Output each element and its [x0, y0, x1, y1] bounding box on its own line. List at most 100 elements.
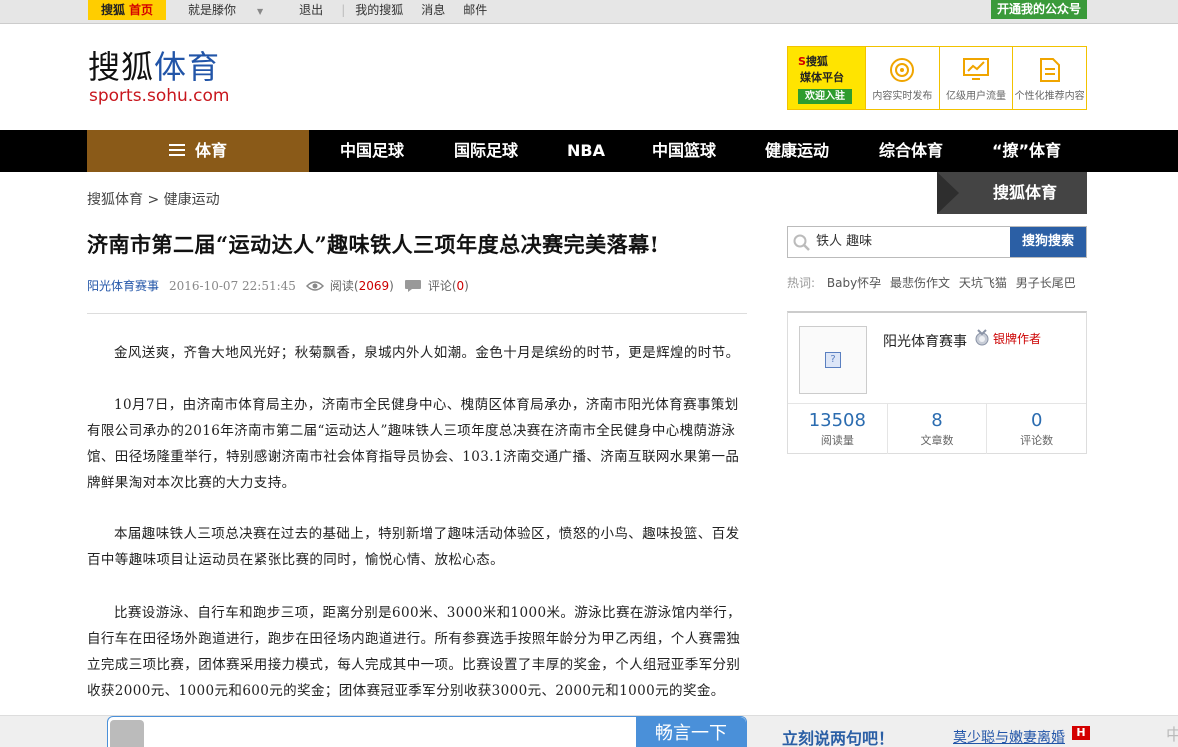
- divider: [87, 313, 747, 314]
- comment-submit-button[interactable]: 畅言一下: [636, 717, 746, 747]
- article-paragraph: 本届趣味铁人三项总决赛在过去的基础上，特别新增了趣味活动体验区，愤怒的小鸟、趣味…: [87, 526, 740, 568]
- media-platform-main[interactable]: S搜狐 媒体平台 欢迎入驻: [788, 47, 865, 109]
- nav-item-china-basketball[interactable]: 中国篮球: [652, 130, 716, 172]
- mail-link[interactable]: 邮件: [463, 0, 487, 20]
- breadcrumb[interactable]: 搜狐体育 > 健康运动: [87, 189, 220, 209]
- user-menu[interactable]: 就是滕你 ▼: [188, 0, 281, 20]
- stat-articles: 8 文章数: [886, 404, 987, 454]
- logout-link[interactable]: 退出: [299, 0, 323, 20]
- news-link[interactable]: 莫少聪与嫩妻离婚: [953, 727, 1065, 747]
- edge-glyph: 中: [1166, 725, 1178, 744]
- site-logo[interactable]: 搜狐体育: [88, 42, 220, 88]
- stat-label: 评论数: [1020, 434, 1054, 447]
- feature-label: 内容实时发布: [872, 91, 933, 102]
- article-paragraph: 比赛设游泳、自行车和跑步三项，距离分别是600米、3000米和1000米。游泳比…: [87, 605, 742, 699]
- medal-icon: [975, 329, 989, 346]
- article-meta: 阳光体育赛事 2016-10-07 22:51:45 阅读(2069) 评论(0…: [87, 277, 469, 294]
- divider: |: [341, 3, 346, 17]
- article-paragraph: 金风送爽，齐鲁大地风光好；秋菊飘香，泉城内外人如潮。金色十月是缤纷的时节，更是辉…: [114, 345, 740, 361]
- sogou-search-button[interactable]: 搜狗搜索: [1010, 227, 1086, 257]
- stat-reads: 13508 阅读量: [788, 404, 887, 454]
- nav-item-liao[interactable]: “撩”体育: [992, 130, 1061, 172]
- stat-value: 0: [1030, 410, 1043, 431]
- top-bar: 搜狐 首页 就是滕你 ▼ 退出 | 我的搜狐 消息 邮件 开通我的公众号: [0, 0, 1178, 24]
- stat-label: 阅读量: [820, 434, 854, 447]
- badge-label: 银牌作者: [993, 331, 1042, 346]
- author-link[interactable]: 阳光体育赛事: [87, 277, 159, 294]
- media-line2: 媒体平台: [800, 71, 844, 84]
- author-badge: 银牌作者: [974, 329, 1041, 347]
- logo-text-b: 体育: [154, 48, 221, 86]
- hot-word[interactable]: 最悲伤作文: [890, 276, 950, 290]
- article-paragraph: 10月7日，由济南市体育局主办，济南市全民健身中心、槐荫区体育局承办，济南市阳光…: [87, 397, 740, 491]
- comment-prompt[interactable]: 立刻说两句吧！: [782, 725, 894, 747]
- document-icon: [1039, 58, 1060, 82]
- my-sohu-link[interactable]: 我的搜狐: [355, 0, 403, 20]
- user-name: 就是滕你: [188, 3, 237, 17]
- hot-word[interactable]: 男子长尾巴: [1016, 276, 1076, 290]
- media-line1: S搜狐: [798, 53, 828, 69]
- nav-item-intl-football[interactable]: 国际足球: [454, 130, 518, 172]
- stat-comments: 0 评论数: [986, 404, 1086, 454]
- join-button[interactable]: 欢迎入驻: [798, 89, 852, 104]
- target-icon: [890, 58, 915, 82]
- site-domain[interactable]: sports.sohu.com: [89, 86, 229, 106]
- bottom-comment-bar: 畅言一下 立刻说两句吧！ 莫少聪与嫩妻离婚 H 中: [0, 715, 1178, 747]
- feature-traffic: 亿级用户流量: [938, 47, 1013, 109]
- comment-input-box[interactable]: 畅言一下: [107, 716, 747, 747]
- publish-date: 2016-10-07 22:51:45: [169, 278, 296, 293]
- sidebar-tag-label: 搜狐体育: [992, 183, 1057, 202]
- comment-icon: [404, 279, 422, 293]
- media-platform-banner[interactable]: S搜狐 媒体平台 欢迎入驻 内容实时发布 亿级用户流量 个性化推荐内容: [787, 46, 1087, 110]
- media-line1-text: 搜狐: [805, 55, 828, 68]
- main-nav: 体育 中国足球 国际足球 NBA 中国篮球 健康运动 综合体育 “撩”体育: [0, 130, 1178, 172]
- nav-item-general[interactable]: 综合体育: [879, 130, 943, 172]
- broken-image-icon: ?: [825, 352, 841, 368]
- paren: ): [389, 279, 394, 293]
- sohu-home-link[interactable]: 搜狐 首页: [88, 0, 167, 20]
- logo-text-a: 搜狐: [88, 48, 155, 86]
- nav-sports-home[interactable]: 体育: [87, 130, 309, 172]
- article-title: 济南市第二届“运动达人”趣味铁人三项年度总决赛完美落幕!: [87, 232, 660, 257]
- read-label: 阅读(: [329, 279, 359, 293]
- nav-item-china-football[interactable]: 中国足球: [340, 130, 404, 172]
- feature-recommend: 个性化推荐内容: [1012, 47, 1086, 109]
- hot-word[interactable]: 天坑飞猫: [959, 276, 1007, 290]
- user-avatar: [110, 720, 144, 747]
- brand-prefix: 搜狐: [101, 3, 126, 17]
- sidebar-section-tag[interactable]: 搜狐体育: [937, 172, 1087, 214]
- search-icon: [793, 234, 810, 251]
- author-name[interactable]: 阳光体育赛事: [883, 331, 967, 351]
- search-input[interactable]: 铁人 趣味: [816, 227, 1012, 257]
- author-card: ? 阳光体育赛事 银牌作者 13508 阅读量 8 文章数 0 评论数: [787, 311, 1087, 454]
- stat-value: 8: [931, 410, 943, 431]
- feature-label: 个性化推荐内容: [1014, 91, 1085, 102]
- comment-count[interactable]: 评论(0): [428, 277, 469, 294]
- sohu-logo-icon: S: [798, 55, 806, 68]
- stat-label: 文章数: [920, 434, 954, 447]
- paren: ): [464, 279, 469, 293]
- author-stats: 13508 阅读量 8 文章数 0 评论数: [788, 403, 1086, 454]
- stat-value: 13508: [808, 410, 866, 431]
- hot-label: 热词:: [787, 276, 816, 290]
- messages-link[interactable]: 消息: [421, 0, 445, 20]
- avatar[interactable]: ?: [799, 326, 867, 394]
- arrow-icon: [937, 172, 959, 214]
- menu-icon: [168, 143, 185, 156]
- brand-home: 首页: [129, 3, 154, 17]
- monitor-chart-icon: [963, 58, 989, 80]
- nav-item-nba[interactable]: NBA: [567, 130, 605, 172]
- nav-home-label: 体育: [194, 141, 227, 160]
- read-count: 阅读(2069): [330, 277, 394, 294]
- open-account-button[interactable]: 开通我的公众号: [991, 0, 1087, 19]
- comment-label: 评论(: [427, 279, 457, 293]
- hot-word[interactable]: Baby怀孕: [827, 276, 881, 290]
- chevron-down-icon: ▼: [257, 7, 264, 16]
- hot-words: 热词: Baby怀孕 最悲伤作文 天坑飞猫 男子长尾巴: [787, 274, 1081, 291]
- eye-icon: [305, 280, 324, 292]
- nav-item-health[interactable]: 健康运动: [765, 130, 829, 172]
- hot-news-icon: H: [1072, 726, 1090, 740]
- top-links: 就是滕你 ▼ 退出 | 我的搜狐 消息 邮件: [188, 0, 505, 20]
- feature-realtime: 内容实时发布: [865, 47, 939, 109]
- read-value: 2069: [358, 279, 390, 293]
